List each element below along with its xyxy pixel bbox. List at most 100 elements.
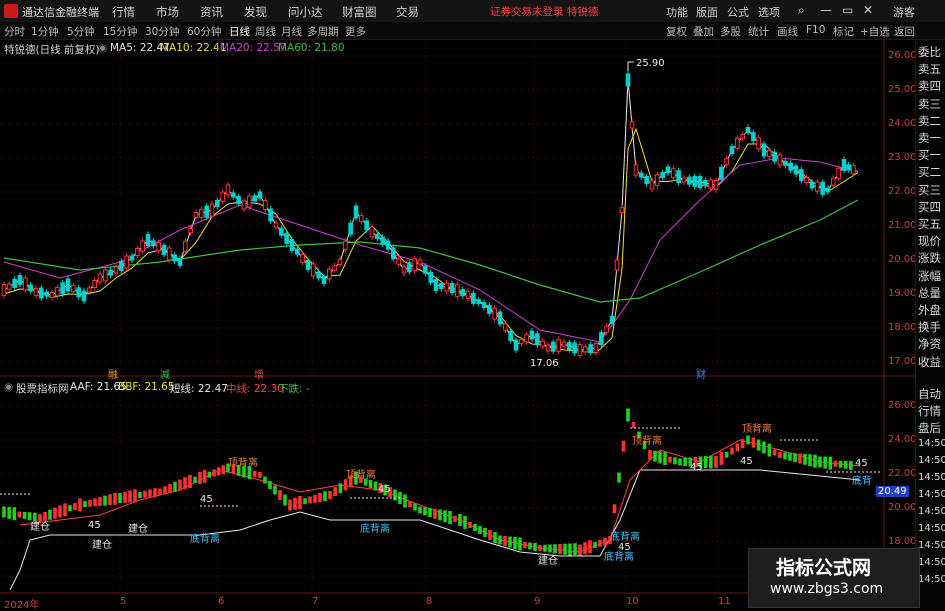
candle-body: [172, 254, 177, 262]
indicator-bar: [793, 453, 797, 463]
candle-body: [44, 291, 49, 297]
indicator-bar: [207, 471, 212, 478]
indicator-bar: [308, 496, 312, 504]
side-field-label: 买二: [918, 165, 941, 180]
candle-body: [17, 275, 23, 285]
indicator-bar: [621, 440, 626, 452]
indicator-bar: [333, 487, 337, 497]
indicator-bar: [108, 494, 112, 506]
indicator-bar: [273, 485, 277, 495]
candle-body: [60, 282, 65, 295]
candle-body: [145, 234, 151, 246]
indicator-bar: [740, 439, 745, 449]
indicator-bar: [22, 511, 27, 519]
indicator-bar: [98, 497, 102, 506]
indicator-bar: [103, 495, 107, 506]
indicator-bar: [849, 460, 853, 470]
indicator-bar: [73, 503, 77, 511]
indicator-bar: [724, 451, 729, 458]
signal-build-position: 建仓: [92, 540, 112, 551]
marker-finance[interactable]: 财: [696, 366, 706, 381]
candle-body: [396, 258, 401, 265]
marker-increase[interactable]: 增: [254, 366, 264, 381]
candle-body: [439, 283, 444, 289]
indicator-bar: [538, 545, 542, 551]
candle-body: [639, 172, 644, 178]
indicator-bar: [403, 494, 407, 508]
side-time: 14:50: [918, 574, 945, 585]
candle-body: [629, 121, 635, 129]
candle-body: [676, 170, 681, 184]
candle-body: [241, 200, 247, 210]
candle-body: [423, 265, 428, 274]
side-time: 14:50: [918, 455, 945, 466]
indicator-bar: [683, 458, 687, 466]
candle-body: [788, 162, 793, 171]
settings-icon[interactable]: ◉: [4, 381, 13, 393]
signal-bottom-divergence: 底背离: [190, 534, 220, 545]
candle-body: [697, 176, 703, 188]
side-mode-item[interactable]: 自动: [918, 386, 941, 402]
side-mode-item[interactable]: 盘后: [918, 420, 941, 436]
indicator-bar: [453, 515, 457, 522]
signal-top-divergence: 顶背离: [632, 436, 662, 447]
x-tick: 7: [312, 596, 319, 607]
candle-body: [428, 271, 433, 283]
indicator-bar: [568, 543, 572, 556]
indicator-bar: [598, 539, 602, 547]
indicator-bar: [183, 477, 187, 490]
indicator-bar: [12, 507, 17, 521]
indicator-bar: [735, 443, 740, 452]
indicator-bar: [303, 498, 307, 505]
marker-margin[interactable]: 融: [108, 366, 118, 381]
indicator-bar: [730, 447, 734, 455]
indicator-bar: [513, 537, 517, 549]
side-field-label: 委比: [918, 45, 941, 59]
chart-canvas[interactable]: [0, 0, 945, 609]
indicator-bar: [578, 544, 582, 556]
side-time: 14:50: [918, 489, 945, 500]
down-value: 下跌: -: [278, 383, 310, 395]
candle-body: [708, 179, 713, 189]
indicator-bar: [488, 530, 492, 540]
indicator-bar: [413, 503, 417, 511]
side-mode-item[interactable]: 行情: [918, 403, 941, 419]
candle-body: [225, 184, 231, 196]
candle-body: [487, 304, 492, 314]
indicator-bar: [338, 483, 343, 494]
sub-y-tick: 20.00: [888, 502, 917, 513]
candle-body: [588, 344, 593, 354]
indicator-bar: [843, 460, 848, 469]
candle-body: [188, 228, 193, 234]
candle-body: [300, 253, 305, 263]
candle-body: [572, 342, 577, 354]
y-tick: 26.00: [888, 50, 917, 61]
candle-body: [268, 208, 273, 222]
candle-body: [481, 302, 487, 308]
indicator-bar: [498, 535, 502, 545]
candle-body: [719, 166, 724, 180]
candle-body: [649, 180, 655, 190]
candle-body: [756, 137, 761, 150]
candle-body: [167, 247, 172, 261]
candle-body: [751, 132, 756, 142]
indicator-bar: [772, 449, 777, 456]
candle-body: [348, 222, 353, 235]
indicator-bar: [318, 493, 322, 502]
candle-body: [604, 325, 609, 333]
candle-body: [777, 154, 783, 166]
marker-reduce[interactable]: 减: [160, 366, 170, 381]
indicator-bar: [818, 456, 822, 468]
candle-body: [321, 276, 327, 284]
y-tick: 19.00: [888, 288, 917, 299]
y-tick: 21.00: [888, 220, 917, 231]
signal-45: 45: [855, 458, 868, 469]
candle-body: [577, 344, 583, 356]
indicator-bar: [373, 481, 378, 491]
candle-body: [364, 220, 369, 231]
sub-y-tick: 24.00: [888, 434, 917, 445]
candle-body: [556, 338, 561, 352]
indicator-bar: [408, 501, 412, 507]
candle-body: [449, 283, 455, 293]
candle-body: [599, 332, 604, 346]
